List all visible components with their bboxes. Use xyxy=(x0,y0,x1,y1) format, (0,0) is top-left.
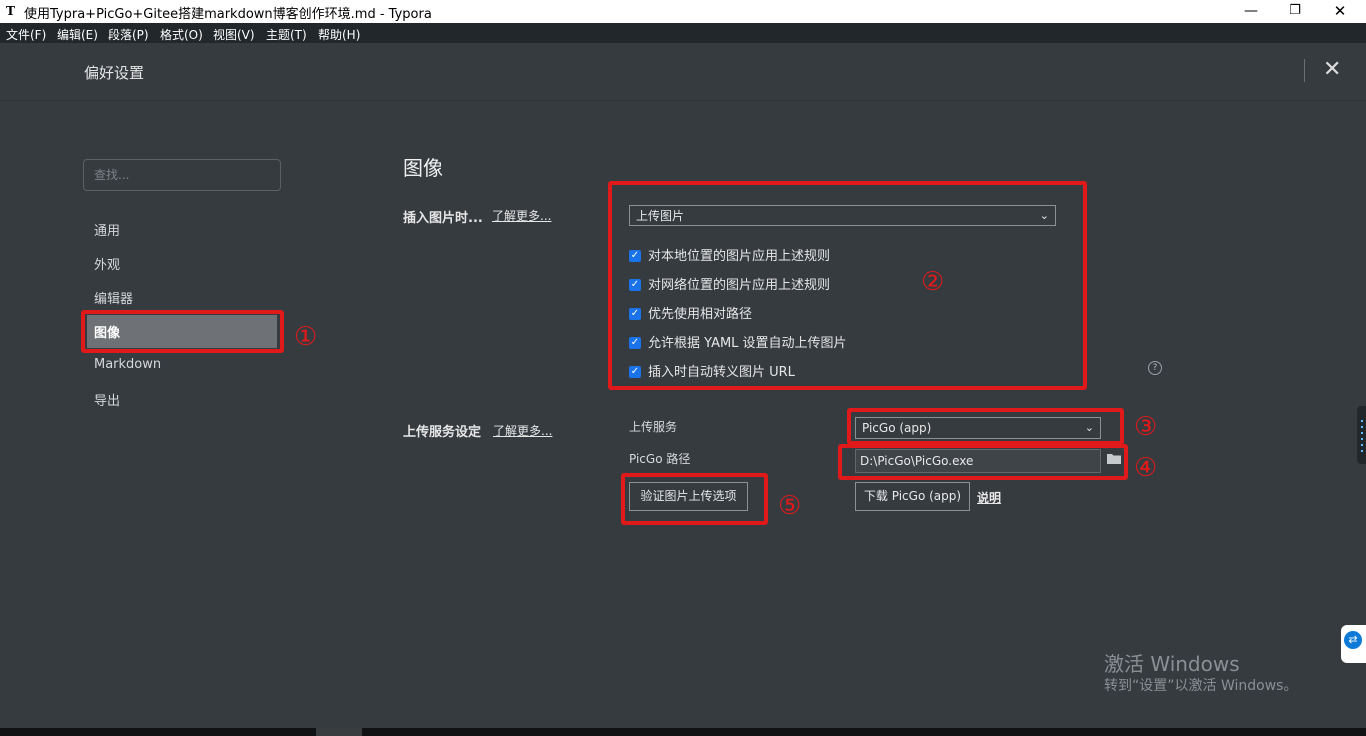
explain-link[interactable]: 说明 xyxy=(977,489,1001,506)
menu-edit[interactable]: 编辑(E) xyxy=(57,26,98,43)
annotation-box-3 xyxy=(847,408,1124,445)
activation-watermark-title: 激活 Windows xyxy=(1104,652,1240,676)
page-title: 偏好设置 xyxy=(84,64,145,82)
upload-service-label: 上传服务 xyxy=(629,420,678,434)
menu-view[interactable]: 视图(V) xyxy=(213,26,255,43)
annotation-number-4: ④ xyxy=(1134,453,1158,483)
annotation-number-1: ① xyxy=(294,322,318,352)
insert-image-label: 插入图片时... xyxy=(403,211,483,226)
minimize-button[interactable]: — xyxy=(1228,0,1274,23)
section-title: 图像 xyxy=(403,156,443,180)
menu-bar: 文件(F) 编辑(E) 段落(P) 格式(O) 视图(V) 主题(T) 帮助(H… xyxy=(0,23,1366,43)
sidebar-item-markdown[interactable]: Markdown xyxy=(94,357,161,372)
annotation-box-5 xyxy=(621,473,768,525)
menu-theme[interactable]: 主题(T) xyxy=(266,26,307,43)
sidebar-item-general[interactable]: 通用 xyxy=(94,220,120,239)
download-picgo-button[interactable]: 下载 PicGo (app) xyxy=(855,482,970,511)
remote-control-tab[interactable]: ⇄ xyxy=(1341,625,1366,663)
menu-help[interactable]: 帮助(H) xyxy=(318,26,360,43)
annotation-number-2: ② xyxy=(921,267,945,297)
search-input[interactable] xyxy=(83,159,281,191)
taskbar-app-button[interactable] xyxy=(316,728,362,736)
activation-watermark-subtitle: 转到“设置”以激活 Windows。 xyxy=(1104,678,1298,694)
remote-control-icon: ⇄ xyxy=(1344,631,1362,649)
header-divider xyxy=(1304,59,1305,82)
close-window-button[interactable]: ✕ xyxy=(1317,0,1363,23)
close-preferences-icon[interactable]: ✕ xyxy=(1323,57,1341,83)
taskbar xyxy=(0,728,1366,736)
sidebar-item-editor[interactable]: 编辑器 xyxy=(94,288,133,307)
window-title-bar: T 使用Typra+PicGo+Gitee搭建markdown博客创作环境.md… xyxy=(0,0,1366,23)
upload-service-settings-label: 上传服务设定 xyxy=(403,425,482,440)
menu-file[interactable]: 文件(F) xyxy=(6,26,46,43)
preferences-header: 偏好设置 ✕ xyxy=(0,43,1366,101)
window-title: 使用Typra+PicGo+Gitee搭建markdown博客创作环境.md -… xyxy=(24,7,432,22)
annotation-box-2 xyxy=(608,181,1087,390)
sidebar-item-export[interactable]: 导出 xyxy=(94,390,120,409)
picgo-path-label: PicGo 路径 xyxy=(629,452,691,466)
scrollbar-thumb[interactable] xyxy=(1357,406,1366,464)
annotation-number-3: ③ xyxy=(1134,412,1158,442)
annotation-box-4 xyxy=(838,444,1128,480)
insert-learn-more-link[interactable]: 了解更多... xyxy=(492,207,551,224)
restore-button[interactable]: ❐ xyxy=(1272,0,1318,23)
menu-format[interactable]: 格式(O) xyxy=(160,26,203,43)
menu-paragraph[interactable]: 段落(P) xyxy=(108,26,149,43)
help-icon[interactable]: ? xyxy=(1148,361,1162,375)
upload-learn-more-link[interactable]: 了解更多... xyxy=(493,422,552,439)
typora-app-icon: T xyxy=(6,4,15,18)
annotation-number-5: ⑤ xyxy=(778,491,802,521)
sidebar-item-appearance[interactable]: 外观 xyxy=(94,254,120,273)
annotation-box-1 xyxy=(81,310,284,353)
